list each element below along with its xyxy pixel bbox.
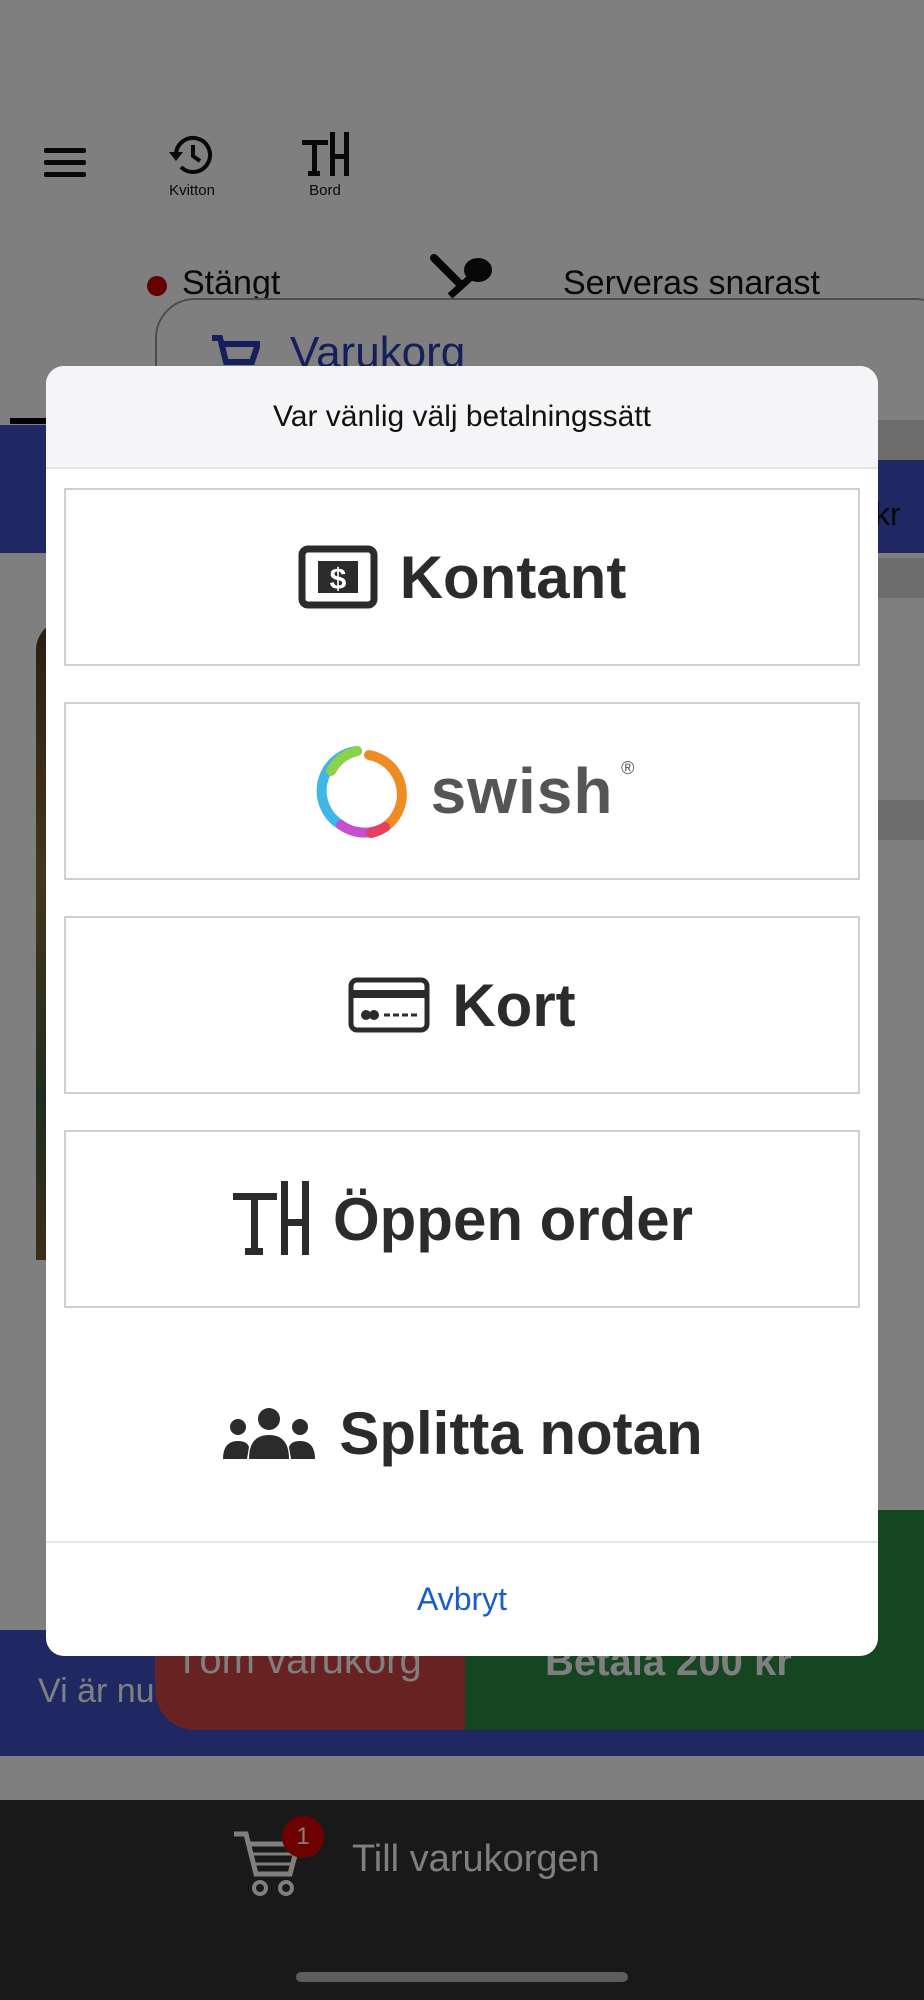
payment-option-swish[interactable]: swish ®: [64, 702, 860, 880]
payment-option-open-order-label: Öppen order: [332, 1185, 694, 1253]
payment-option-card-label: Kort: [452, 971, 576, 1039]
payment-method-dialog: Var vänlig välj betalningssätt $ Kontant…: [46, 366, 878, 1656]
payment-option-split-bill[interactable]: Splitta notan: [64, 1344, 860, 1522]
cash-icon: $: [298, 545, 378, 609]
cancel-button[interactable]: Avbryt: [46, 1541, 878, 1656]
svg-text:$: $: [329, 563, 346, 596]
payment-option-card[interactable]: Kort: [64, 916, 860, 1094]
credit-card-icon: [348, 977, 430, 1033]
payment-option-swish-label: swish ®: [430, 755, 636, 827]
payment-option-open-order[interactable]: Öppen order: [64, 1130, 860, 1308]
payment-option-cash-label: Kontant: [399, 543, 627, 611]
group-icon: [223, 1408, 316, 1459]
dialog-header: Var vänlig välj betalningssätt: [46, 366, 878, 469]
table-icon: [232, 1181, 309, 1255]
dialog-title: Var vänlig välj betalningssätt: [273, 399, 651, 433]
payment-option-split-bill-label: Splitta notan: [339, 1399, 703, 1467]
cancel-label: Avbryt: [416, 1581, 508, 1617]
swish-logo-icon: [316, 746, 407, 838]
payment-option-cash[interactable]: $ Kontant: [64, 488, 860, 666]
